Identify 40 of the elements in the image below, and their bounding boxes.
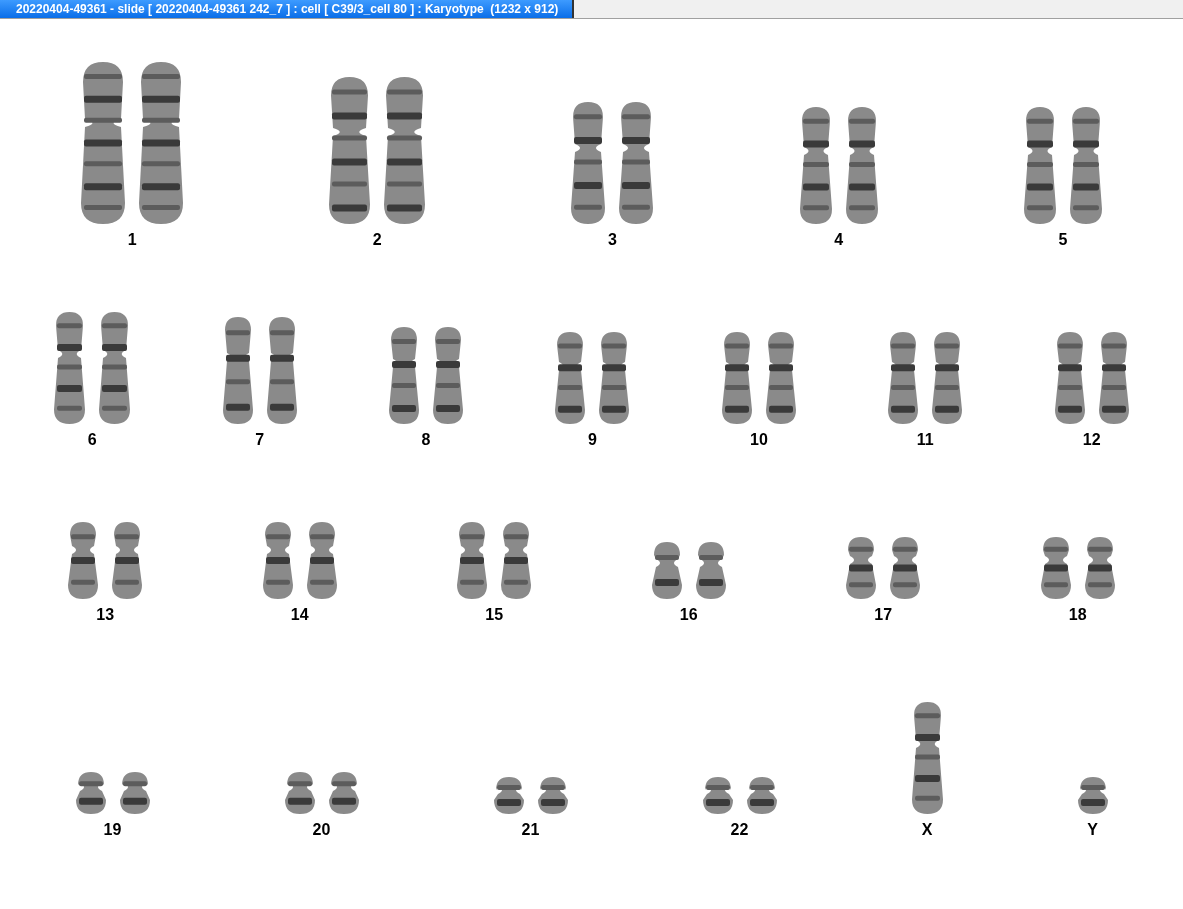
chromosome-number: 5 <box>1058 231 1068 249</box>
chromosome-number: X <box>921 821 933 839</box>
chromosome-number: 13 <box>96 606 115 624</box>
chromosome-number: 22 <box>730 821 749 839</box>
chromosome-number: 14 <box>290 606 309 624</box>
chromosome-drawing <box>651 542 682 599</box>
chromosome-drawing <box>1084 537 1115 599</box>
chromosome-drawing <box>846 537 877 599</box>
chromosome-number: 2 <box>372 231 382 249</box>
chromosome-number: 19 <box>103 821 122 839</box>
chromosome-number: 6 <box>87 431 97 449</box>
chromosome-drawing <box>702 777 733 814</box>
chromosome-number: 3 <box>608 231 617 249</box>
chromosome-drawing <box>328 772 359 814</box>
chromosome-number: 9 <box>588 431 597 449</box>
window-title: 20220404-49361 - slide [ 20220404-49361 242_7 ] : cell [ C39/3_cell 80 ] : Karyotype (1232 x 912) <box>0 0 575 18</box>
chromosome-number: 18 <box>1068 606 1087 624</box>
chromosome-drawing <box>890 537 921 599</box>
chromosome-number: Y <box>1087 821 1098 839</box>
chromosome-number: 16 <box>679 606 698 624</box>
chromosome-number: 12 <box>1082 431 1101 449</box>
chromosome-drawing <box>284 772 315 814</box>
chromosome-number: 21 <box>521 821 540 839</box>
chromosome-drawing <box>1077 777 1108 814</box>
chromosome-drawing <box>537 777 568 814</box>
chromosome-drawing <box>493 777 524 814</box>
chromosome-number: 10 <box>750 431 768 449</box>
chromosome-number: 4 <box>834 231 844 249</box>
chromosome-number: 11 <box>916 431 934 449</box>
chromosome-number: 1 <box>127 231 137 249</box>
chromosome-drawing <box>746 777 777 814</box>
chromosome-number: 15 <box>485 606 504 624</box>
chromosome-drawing <box>1040 537 1071 599</box>
chromosome-drawing <box>119 772 150 814</box>
chromosome-number: 17 <box>874 606 893 624</box>
chromosome-number: 7 <box>255 431 265 449</box>
chromosome-drawing <box>695 542 726 599</box>
chromosome-number: 8 <box>421 431 431 449</box>
chromosome-drawing <box>75 772 106 814</box>
chromosome-number: 20 <box>312 821 331 839</box>
